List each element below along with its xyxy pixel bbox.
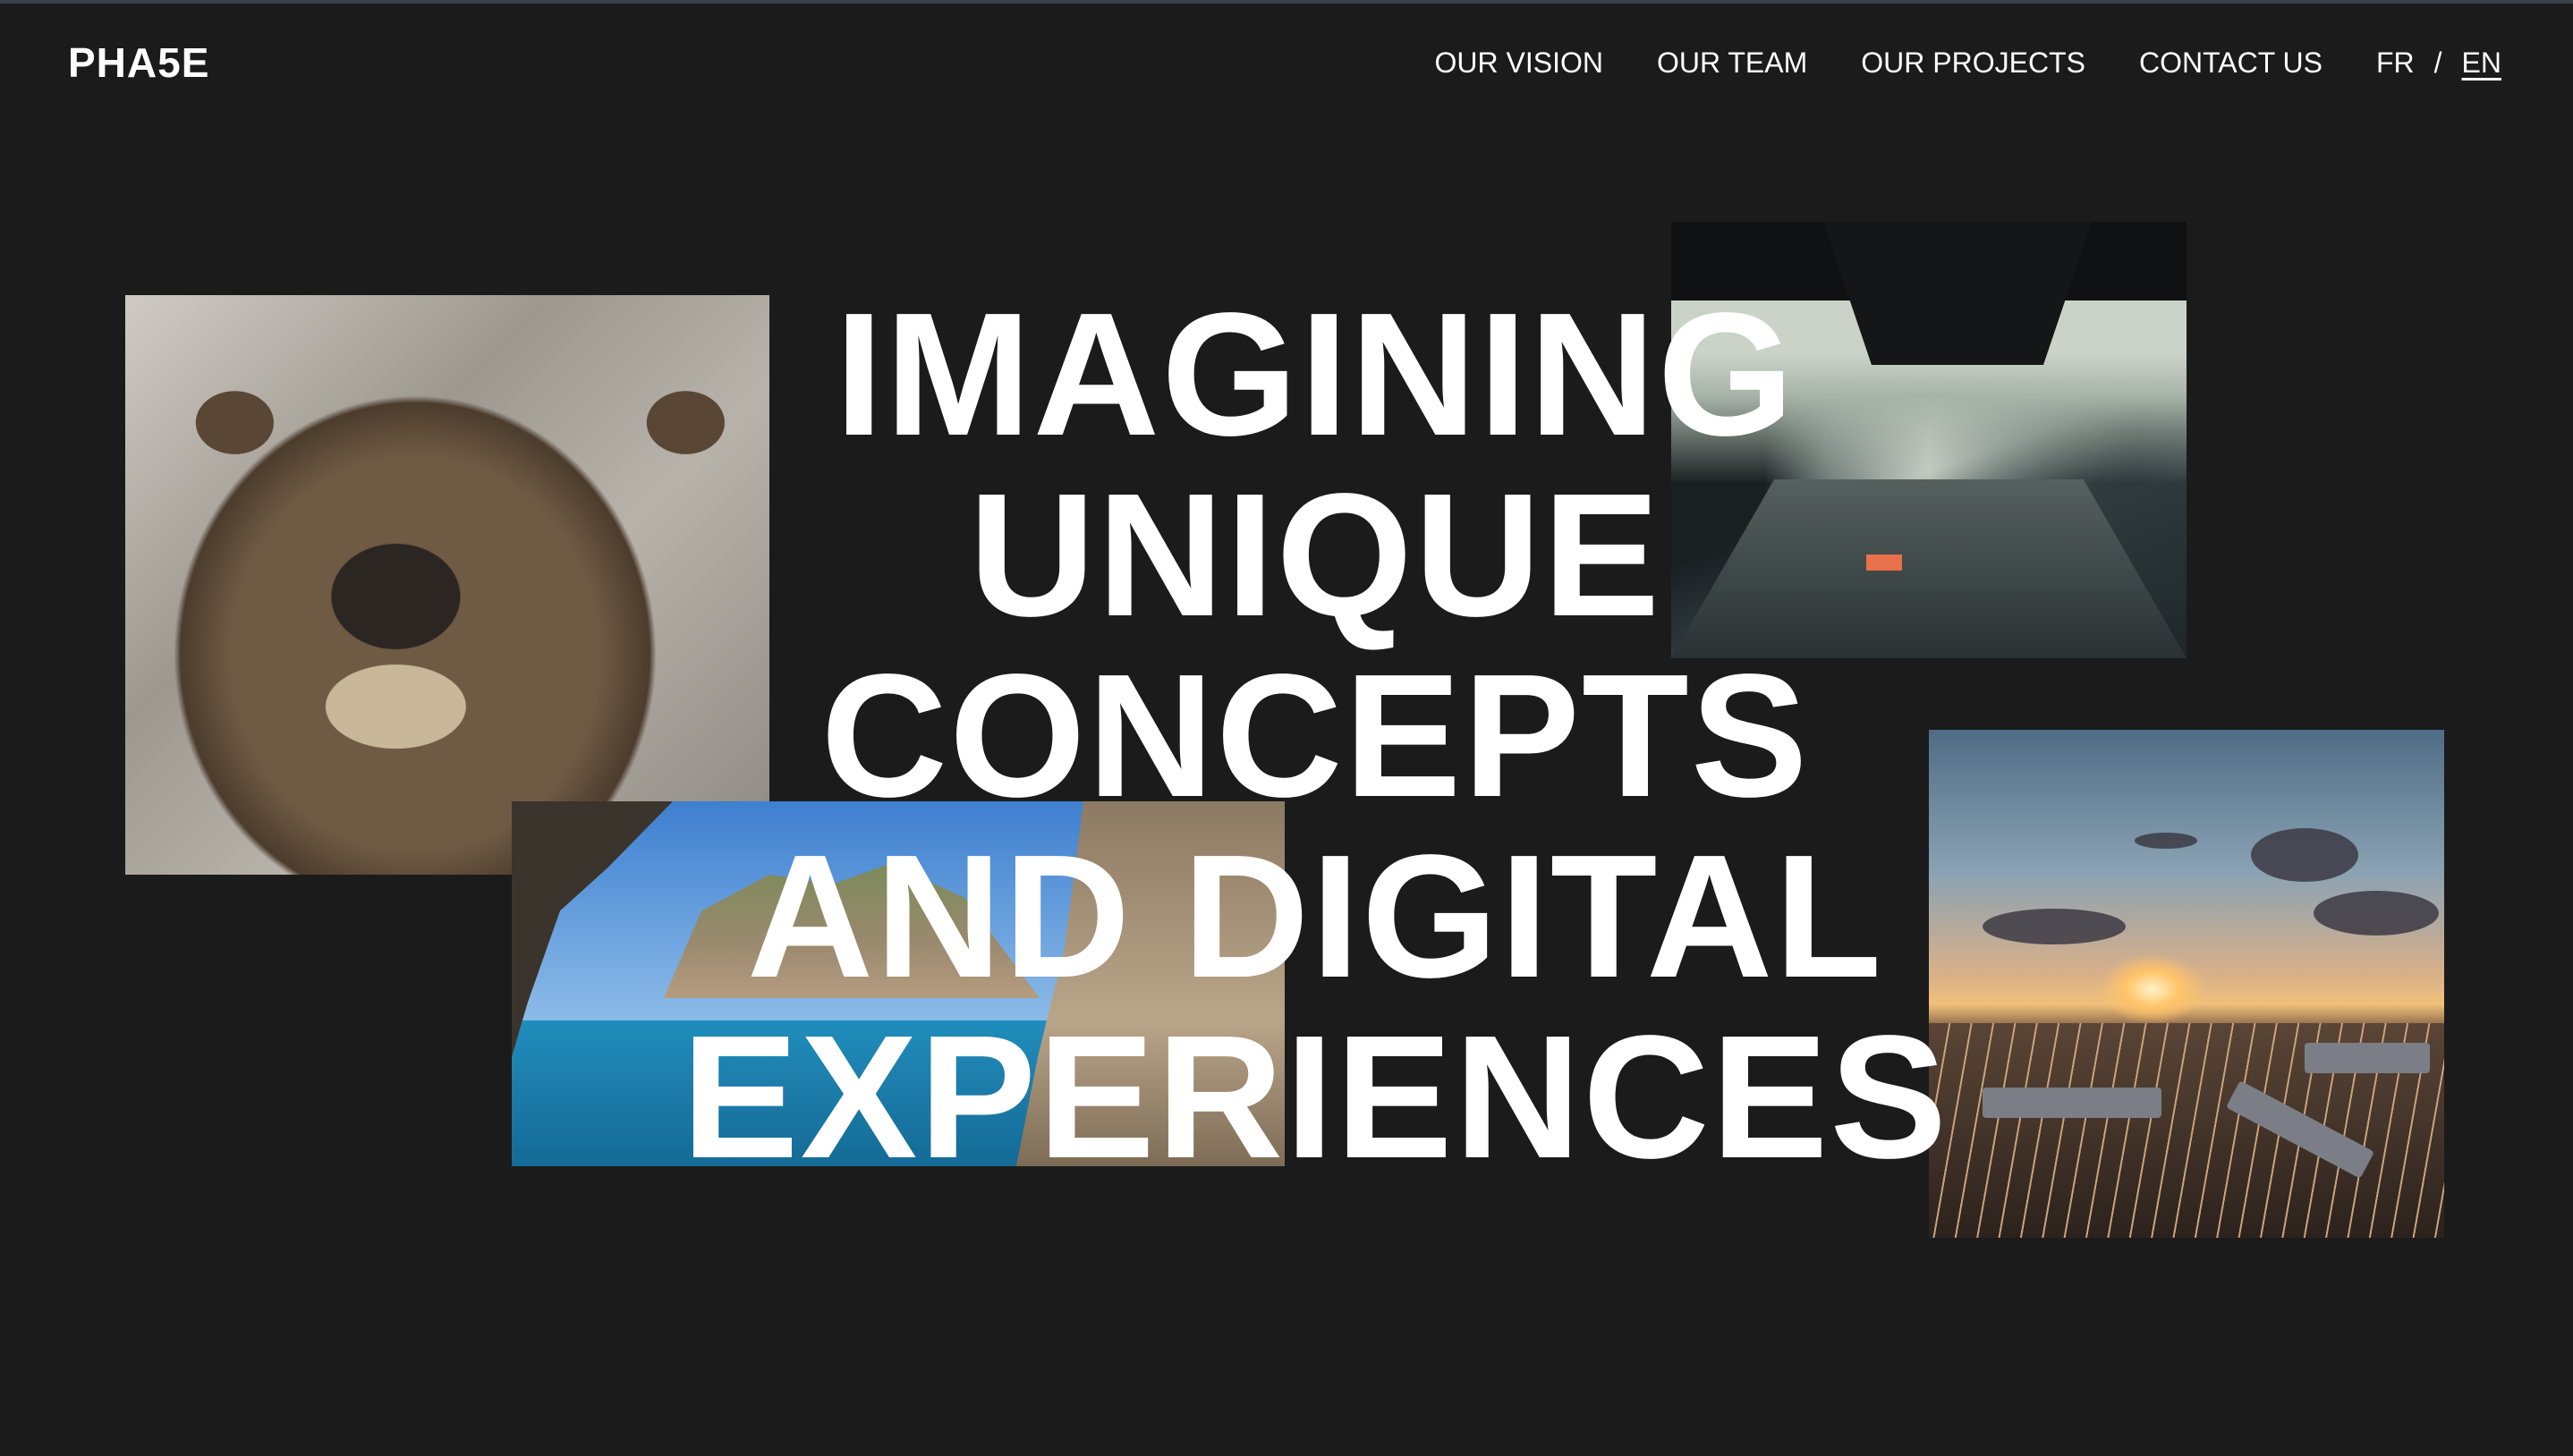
photo-detail bbox=[2305, 1043, 2430, 1073]
photo-detail bbox=[2314, 891, 2439, 935]
headline-line: UNIQUE bbox=[968, 457, 1662, 653]
rail-yard-sunset-photo bbox=[1929, 730, 2444, 1238]
headline-line: AND DIGITAL bbox=[746, 818, 1884, 1014]
photo-detail bbox=[1983, 909, 2126, 944]
hero-headline: IMAGINING UNIQUE CONCEPTS AND DIGITAL EX… bbox=[626, 284, 2004, 1188]
headline-line: CONCEPTS bbox=[820, 638, 1810, 834]
photo-detail bbox=[2099, 953, 2206, 1025]
headline-line: IMAGINING bbox=[834, 276, 1796, 472]
photo-detail bbox=[2135, 833, 2197, 849]
headline-line: EXPERIENCES bbox=[681, 999, 1949, 1195]
hero-section: IMAGINING UNIQUE CONCEPTS AND DIGITAL EX… bbox=[0, 0, 2573, 1456]
photo-detail bbox=[2251, 828, 2358, 882]
photo-detail bbox=[1983, 1088, 2161, 1118]
